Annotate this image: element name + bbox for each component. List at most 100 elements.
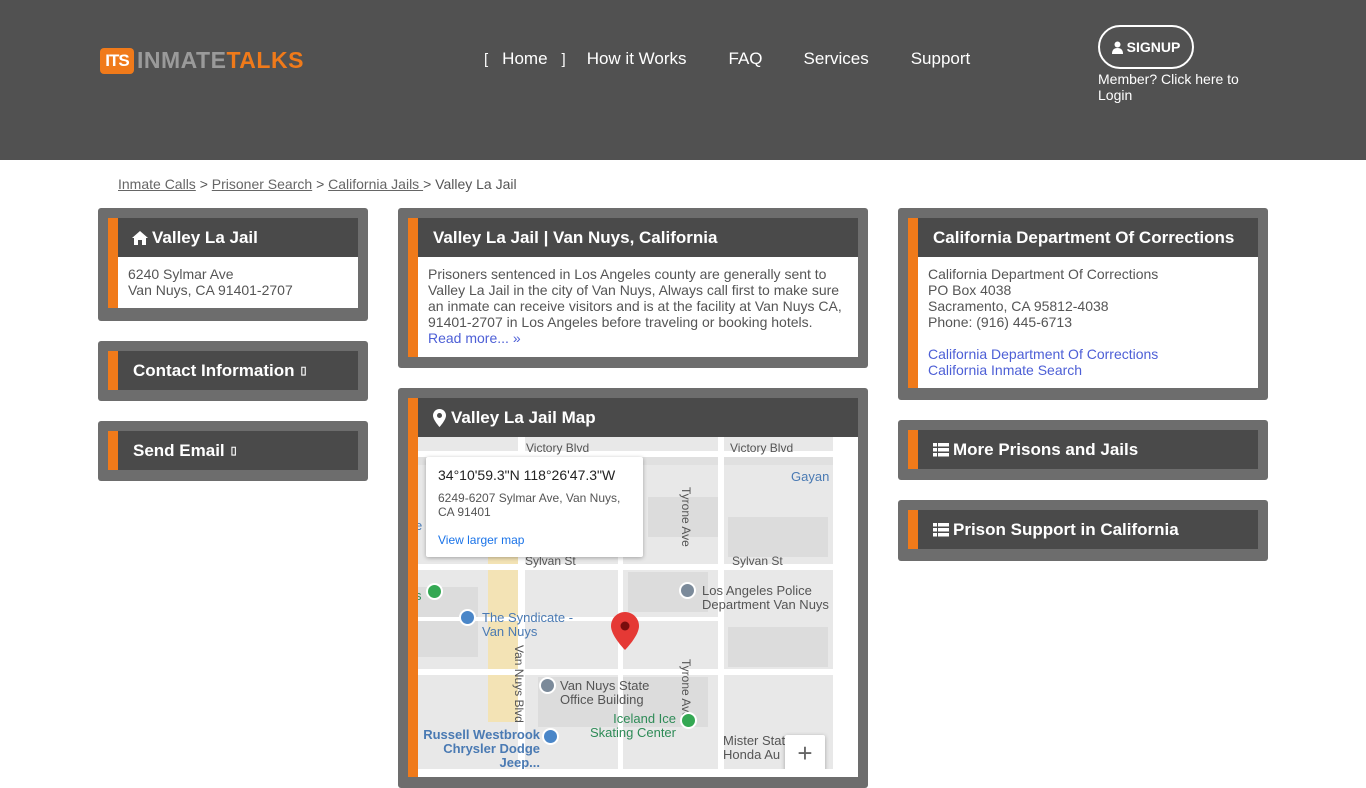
about-text: Prisoners sentenced in Los Angeles count… [428,266,842,330]
contact-box[interactable]: Contact Information ▯ [108,351,358,390]
toggle-icon: ▯ [300,365,307,377]
about-box: Valley La Jail | Van Nuys, California Pr… [408,218,858,357]
map-wrapper: Victory Blvd Victory Blvd Tyrone Ave Tyr… [418,437,858,777]
location-pin-icon[interactable] [611,612,639,650]
building-icon [539,677,556,694]
nav-services[interactable]: Services [804,49,869,69]
signup-button[interactable]: SIGNUP [1098,25,1194,69]
cdc-title: California Department Of Corrections [933,227,1235,247]
google-map[interactable]: Victory Blvd Victory Blvd Tyrone Ave Tyr… [418,437,833,769]
breadcrumb-separator: > [423,176,432,192]
send-email-title: Send Email [133,440,225,460]
street-label: Tyrone Ave [679,487,693,547]
street-label: Van Nuys Blvd [512,645,526,723]
map-box: Valley La Jail Map Victory Blvd Victory … [408,398,858,777]
breadcrumb-separator: > [199,176,208,192]
poi-lapd[interactable]: Los Angeles Police Department Van Nuys [702,584,833,612]
park-icon [426,583,443,600]
more-prisons-title: More Prisons and Jails [953,439,1139,459]
logo-word-inmate: INMATE [137,47,227,73]
breadcrumb-separator: > [316,176,325,192]
email-header[interactable]: Send Email ▯ [118,431,358,470]
about-title: Valley La Jail | Van Nuys, California [433,227,718,247]
list-icon [933,522,949,536]
nav-how-it-works[interactable]: How it Works [587,49,687,69]
list-icon [933,442,949,456]
email-panel: Send Email ▯ [98,421,368,481]
poi-iceland[interactable]: Iceland Ice Skating Center [584,712,676,740]
email-box[interactable]: Send Email ▯ [108,431,358,470]
info-address: 6249-6207 Sylmar Ave, Van Nuys, CA 91401 [438,491,621,519]
read-more-link[interactable]: Read more... » [428,330,521,346]
logo-word-talks: TALKS [226,47,304,73]
breadcrumb: Inmate Calls > Prisoner Search > Califor… [118,176,517,192]
address-line1: 6240 Sylmar Ave [128,266,234,282]
breadcrumb-current: Valley La Jail [435,176,517,192]
map-info-window: 34°10'59.3"N 118°26'47.3"W 6249-6207 Syl… [426,457,643,557]
main-nav: [ Home ] How it Works FAQ Services Suppo… [478,49,970,69]
toggle-icon: ▯ [230,445,237,457]
prison-support-title: Prison Support in California [953,519,1179,539]
about-panel: Valley La Jail | Van Nuys, California Pr… [398,208,868,368]
police-icon [679,582,696,599]
recreation-icon [680,712,697,729]
map-block [728,627,828,667]
address-line2: Van Nuys, CA 91401-2707 [128,282,293,298]
poi-russell[interactable]: Russell Westbrook Chrysler Dodge Jeep... [418,728,540,770]
nav-home[interactable]: Home [502,49,547,69]
home-icon [132,230,148,245]
view-larger-map-link[interactable]: View larger map [438,533,631,547]
street-label: Victory Blvd [526,441,590,455]
poi-state-building[interactable]: Van Nuys State Office Building [560,679,670,707]
address-body: 6240 Sylmar Ave Van Nuys, CA 91401-2707 [118,257,358,308]
edge-label: e [418,518,423,533]
poi-gayan[interactable]: Gayan [791,470,829,484]
info-coordinates: 34°10'59.3"N 118°26'47.3"W [438,467,616,483]
about-header: Valley La Jail | Van Nuys, California [418,218,858,257]
address-header: Valley La Jail [118,218,358,257]
map-block [728,517,828,557]
logo-badge: ITS [100,47,134,74]
prison-support-box[interactable]: Prison Support in California [908,510,1258,549]
breadcrumb-prisoner-search[interactable]: Prisoner Search [212,176,312,192]
map-panel: Valley La Jail Map Victory Blvd Victory … [398,388,868,788]
user-icon [1111,41,1123,54]
zoom-in-button[interactable]: + [785,735,825,769]
address-box: Valley La Jail 6240 Sylmar Ave Van Nuys,… [108,218,358,308]
nav-bracket-close: ] [561,50,566,68]
map-road [418,669,833,675]
cdc-box: California Department Of Corrections Cal… [908,218,1258,388]
contact-panel: Contact Information ▯ [98,341,368,401]
edge-label: s [418,588,422,603]
breadcrumb-inmate-calls[interactable]: Inmate Calls [118,176,196,192]
street-label: Sylvan St [732,554,783,568]
cdc-inmate-search-link[interactable]: California Inmate Search [928,362,1082,378]
map-title: Valley La Jail Map [451,407,596,427]
street-label: Tyrone Ave [679,659,693,719]
map-header: Valley La Jail Map [418,398,858,437]
address-panel: Valley La Jail 6240 Sylmar Ave Van Nuys,… [98,208,368,321]
nav-support[interactable]: Support [911,49,971,69]
nav-bracket-open: [ [484,50,489,68]
cdc-phone: Phone: (916) 445-6713 [928,314,1072,330]
cdc-po-box: PO Box 4038 [928,282,1012,298]
map-block [628,572,708,612]
member-login-link[interactable]: Member? Click here to Login [1098,71,1268,103]
contact-title: Contact Information [133,360,295,380]
more-prisons-header[interactable]: More Prisons and Jails [918,430,1258,469]
more-prisons-box[interactable]: More Prisons and Jails [908,430,1258,469]
prison-support-header[interactable]: Prison Support in California [918,510,1258,549]
breadcrumb-california-jails[interactable]: California Jails [328,176,423,192]
about-body: Prisoners sentenced in Los Angeles count… [418,257,858,357]
poi-syndicate[interactable]: The Syndicate - Van Nuys [482,611,577,639]
cdc-website-link[interactable]: California Department Of Corrections [928,346,1158,362]
contact-header[interactable]: Contact Information ▯ [118,351,358,390]
street-label: Victory Blvd [730,441,794,455]
more-prisons-panel: More Prisons and Jails [898,420,1268,480]
cdc-header: California Department Of Corrections [918,218,1258,257]
site-logo[interactable]: ITS INMATE TALKS [100,47,304,74]
nav-faq[interactable]: FAQ [729,49,763,69]
shopping-icon [542,728,559,745]
cdc-name: California Department Of Corrections [928,266,1159,282]
cdc-panel: California Department Of Corrections Cal… [898,208,1268,400]
